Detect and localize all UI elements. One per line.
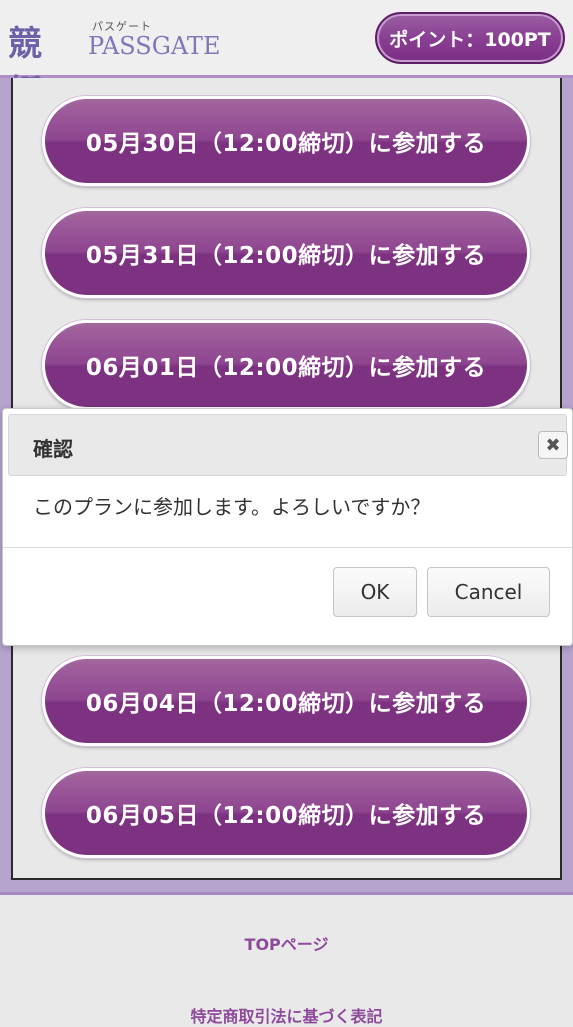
dialog-divider — [3, 547, 573, 548]
dialog-message: このプランに参加します。よろしいですか？ — [33, 495, 431, 519]
close-icon[interactable]: ✖ — [538, 431, 568, 459]
cancel-button[interactable]: Cancel — [427, 567, 550, 617]
ok-button[interactable]: OK — [333, 567, 417, 617]
dialog-titlebar: 確認 ✖ — [8, 414, 568, 476]
dialog-title: 確認 — [33, 437, 73, 461]
confirm-dialog: 確認 ✖ このプランに参加します。よろしいですか？ OK Cancel — [2, 408, 573, 646]
